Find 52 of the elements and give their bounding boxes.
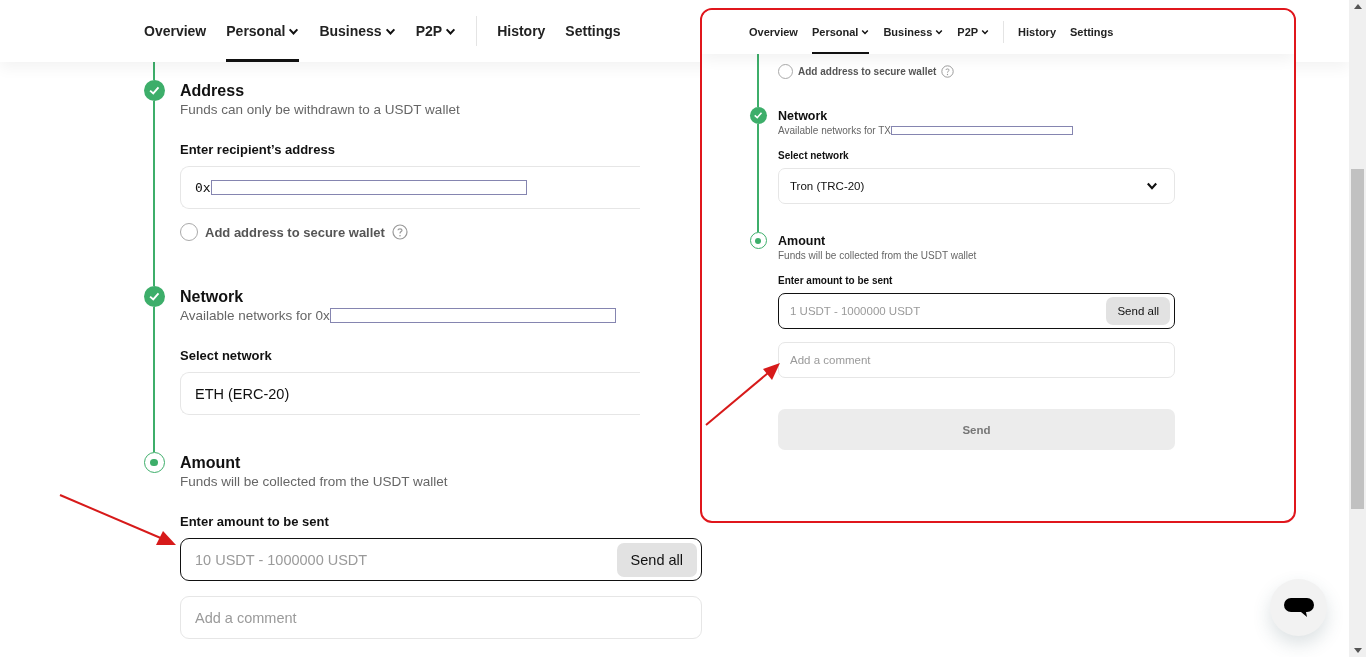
- step-title: Network: [180, 287, 244, 307]
- nav-tab[interactable]: Settings: [1070, 10, 1114, 54]
- help-icon[interactable]: [391, 224, 408, 240]
- nav-tab[interactable]: Overview: [144, 0, 207, 62]
- comment-field[interactable]: Add a comment: [778, 342, 1175, 378]
- amount-input[interactable]: 1 USDT - 1000000 USDT: [790, 305, 1030, 317]
- scrollbar[interactable]: [1349, 0, 1366, 657]
- scrollbar-thumb[interactable]: [1351, 169, 1364, 509]
- step-subtitle: Funds will be collected from the USDT wallet: [778, 250, 977, 261]
- scroll-down-icon[interactable]: [1353, 648, 1362, 653]
- comment-field[interactable]: Add a comment: [180, 596, 702, 639]
- step-subtitle: Funds can only be withdrawn to a USDT wallet: [180, 102, 460, 117]
- field-label: Select network: [778, 150, 849, 161]
- nav-tab[interactable]: Personal: [811, 10, 870, 54]
- send-all-button[interactable]: Send all: [1106, 297, 1170, 325]
- chevron-down-icon: [935, 28, 944, 36]
- chat-bubble-icon: [1283, 595, 1314, 620]
- checkbox[interactable]: [778, 64, 793, 79]
- nav-tab[interactable]: Overview: [749, 10, 798, 54]
- field-label: Select network: [180, 348, 272, 363]
- step-subtitle: Available networks for 0x: [180, 308, 616, 323]
- nav-tab[interactable]: History: [497, 0, 546, 62]
- checkbox[interactable]: [180, 223, 198, 241]
- checkbox-label: Add address to secure wallet: [798, 66, 937, 77]
- step-title: Amount: [778, 233, 826, 250]
- nav-tab[interactable]: P2P: [415, 0, 457, 62]
- network-select[interactable]: Tron (TRC-20): [778, 168, 1175, 204]
- nav-tab[interactable]: P2P: [957, 10, 990, 54]
- network-select[interactable]: ETH (ERC-20): [180, 372, 640, 415]
- nav-tab[interactable]: History: [1018, 10, 1056, 54]
- checkbox-label: Add address to secure wallet: [205, 224, 385, 240]
- step-subtitle: Funds will be collected from the USDT wallet: [180, 474, 448, 489]
- field-label: Enter amount to be sent: [778, 275, 893, 286]
- nav-tab[interactable]: Settings: [565, 0, 621, 62]
- address-field[interactable]: 0x: [180, 166, 640, 209]
- step-title: Address: [180, 81, 245, 101]
- field-label: Enter amount to be sent: [180, 514, 329, 529]
- amount-field[interactable]: 10 USDT - 1000000 USDT Send all: [180, 538, 702, 581]
- chevron-down-icon: [861, 28, 870, 36]
- chevron-down-icon: [981, 28, 990, 36]
- nav-tab[interactable]: Business: [319, 0, 396, 62]
- help-icon[interactable]: [941, 65, 955, 78]
- step-subtitle: Available networks for TX: [778, 125, 1074, 136]
- step-title: Network: [778, 108, 828, 125]
- send-all-button[interactable]: Send all: [616, 542, 697, 577]
- amount-input[interactable]: 10 USDT - 1000000 USDT: [195, 551, 435, 568]
- amount-field[interactable]: 1 USDT - 1000000 USDT Send all: [778, 293, 1175, 329]
- nav-tab[interactable]: Business: [883, 10, 944, 54]
- scroll-up-icon[interactable]: [1353, 4, 1362, 9]
- field-label: Enter recipient’s address: [180, 142, 335, 157]
- nav-tab[interactable]: Personal: [226, 0, 300, 62]
- step-title: Amount: [180, 453, 241, 473]
